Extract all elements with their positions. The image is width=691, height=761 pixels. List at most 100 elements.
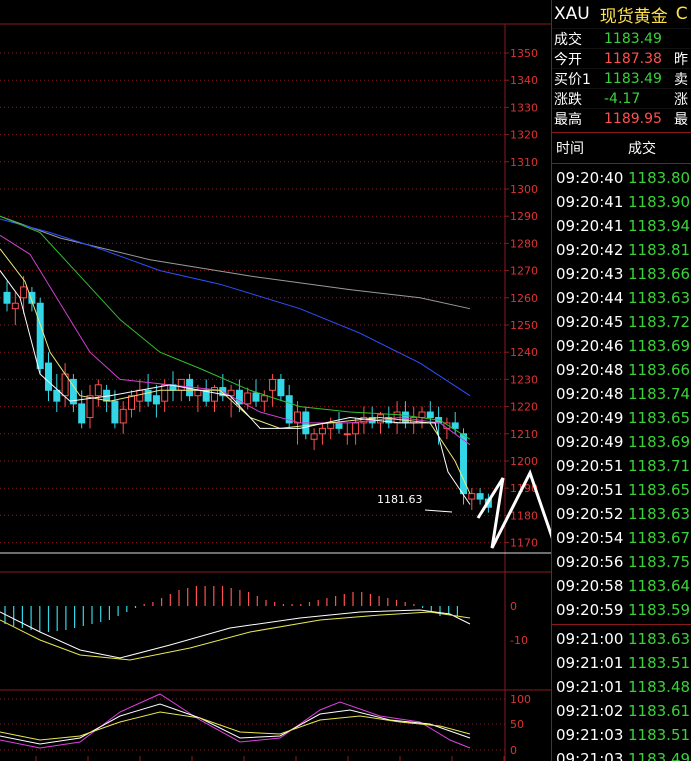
- tick-time: 09:20:40: [556, 169, 624, 187]
- tick-row[interactable]: 09:20:48 1183.66: [552, 358, 691, 382]
- candle-body: [161, 384, 169, 402]
- candle-body: [468, 493, 476, 500]
- tick-price: 1183.66: [628, 265, 691, 283]
- candle-body: [53, 389, 61, 402]
- tick-time: 09:20:46: [556, 337, 624, 355]
- kdj-axis-label: 0: [510, 744, 517, 757]
- candle-body: [78, 403, 86, 424]
- ma-line-blue: [0, 218, 471, 397]
- tick-row[interactable]: 09:20:51 1183.71: [552, 454, 691, 478]
- tick-row[interactable]: 09:20:45 1183.72: [552, 310, 691, 334]
- quote-label: 涨跌: [554, 91, 582, 108]
- tick-row[interactable]: 09:20:41 1183.90: [552, 190, 691, 214]
- tick-list[interactable]: 09:20:40 1183.80 09:20:41 1183.90 09:20:41 11…: [552, 166, 691, 761]
- price-axis-label: 1200: [510, 455, 538, 468]
- chart-canvas[interactable]: 1350 1340 1330 1320 1310 1300 1290 1280 1270 1260…: [0, 0, 551, 761]
- price-axis-label: 1340: [510, 74, 538, 87]
- tick-row[interactable]: 09:21:03 1183.51: [552, 723, 691, 747]
- tick-row[interactable]: 09:20:49 1183.69: [552, 430, 691, 454]
- quote-row: 成交 1183.49: [552, 28, 691, 48]
- kdj-k-line: [0, 703, 471, 745]
- tick-price: 1183.69: [628, 433, 691, 451]
- tick-time: 09:20:59: [556, 601, 624, 619]
- candle-body: [11, 302, 19, 310]
- candle-body: [310, 433, 318, 440]
- candle-body: [377, 414, 384, 424]
- candle-body: [252, 392, 260, 402]
- price-axis-label: 1290: [510, 210, 538, 223]
- tick-time: 09:20:49: [556, 433, 624, 451]
- candle-body: [136, 389, 144, 402]
- quote-fields: 成交 1183.49 今开 1187.38 昨买价1 1183.49 卖涨跌 -4.17 涨最高…: [552, 28, 691, 128]
- candlestick-chart-panel[interactable]: 1350 1340 1330 1320 1310 1300 1290 1280 1270 1260…: [0, 0, 551, 761]
- tick-price: 1183.71: [628, 457, 691, 475]
- tick-row[interactable]: 09:20:51 1183.65: [552, 478, 691, 502]
- tick-row[interactable]: 09:20:49 1183.65: [552, 406, 691, 430]
- tick-row[interactable]: 09:20:54 1183.67: [552, 526, 691, 550]
- symbol-name: 现货黄金: [599, 6, 668, 27]
- candle-body: [426, 411, 434, 418]
- tick-price: 1183.48: [628, 678, 691, 696]
- candle-body: [177, 378, 185, 391]
- tick-price: 1183.67: [628, 529, 691, 547]
- candle-body: [410, 416, 418, 424]
- candle-body: [327, 422, 335, 429]
- price-axis-label: 1170: [510, 537, 538, 550]
- price-axis-label: 1330: [510, 101, 538, 114]
- quote-value: 1183.49: [604, 70, 662, 87]
- quote-label: 最高: [554, 111, 582, 128]
- candle-body: [352, 422, 360, 435]
- tick-row[interactable]: 09:21:02 1183.61: [552, 699, 691, 723]
- candle-body: [244, 392, 252, 405]
- tick-time: 09:20:54: [556, 529, 624, 547]
- symbol-extra: C: [675, 4, 688, 24]
- macd-axis-label: -10: [510, 634, 528, 647]
- tick-row[interactable]: 09:20:40 1183.80: [552, 166, 691, 190]
- macd-dea-line: [0, 611, 471, 661]
- tick-price: 1183.74: [628, 385, 691, 403]
- tick-row[interactable]: 09:20:41 1183.94: [552, 214, 691, 238]
- price-axis-label: 1350: [510, 47, 538, 60]
- tick-row[interactable]: 09:20:48 1183.74: [552, 382, 691, 406]
- candle-body: [20, 286, 28, 299]
- tick-row[interactable]: 09:20:52 1183.63: [552, 502, 691, 526]
- tick-time: 09:21:00: [556, 630, 624, 648]
- tick-time: 09:20:49: [556, 409, 624, 427]
- tick-row[interactable]: 09:20:56 1183.75: [552, 550, 691, 574]
- tick-row[interactable]: 09:20:58 1183.64: [552, 574, 691, 598]
- candle-body: [119, 408, 127, 424]
- tick-row[interactable]: 09:20:46 1183.69: [552, 334, 691, 358]
- tick-row[interactable]: 09:21:00 1183.63: [552, 627, 691, 651]
- tick-row[interactable]: 09:20:59 1183.59: [552, 598, 691, 622]
- tick-time: 09:20:58: [556, 577, 624, 595]
- tick-price: 1183.51: [628, 726, 691, 744]
- tick-row[interactable]: 09:20:44 1183.63: [552, 286, 691, 310]
- tick-row[interactable]: 09:21:01 1183.51: [552, 651, 691, 675]
- price-axis-label: 1250: [510, 319, 538, 332]
- tick-row[interactable]: 09:21:01 1183.48: [552, 675, 691, 699]
- tick-price: 1183.81: [628, 241, 691, 259]
- candle-body: [128, 395, 135, 410]
- tick-price: 1183.69: [628, 337, 691, 355]
- candle-body: [45, 362, 52, 391]
- tick-price: 1183.63: [628, 505, 691, 523]
- price-axis-label: 1280: [510, 237, 538, 250]
- tick-row[interactable]: 09:21:03 1183.49: [552, 747, 691, 761]
- tick-row[interactable]: 09:20:43 1183.66: [552, 262, 691, 286]
- candle-body: [476, 493, 484, 500]
- candle-body: [277, 378, 285, 397]
- tick-time: 09:20:51: [556, 457, 624, 475]
- tick-time: 09:20:41: [556, 193, 624, 211]
- tick-row[interactable]: 09:20:42 1183.81: [552, 238, 691, 262]
- candle-body: [451, 422, 459, 429]
- tick-time: 09:20:51: [556, 481, 624, 499]
- tick-time: 09:20:42: [556, 241, 624, 259]
- tick-divider: [552, 624, 691, 625]
- ma-line-yellow: [0, 248, 471, 494]
- tick-time: 09:20:45: [556, 313, 624, 331]
- price-axis-label: 1230: [510, 373, 538, 386]
- tick-time: 09:20:52: [556, 505, 624, 523]
- tick-price: 1183.90: [628, 193, 691, 211]
- tick-price: 1183.65: [628, 409, 691, 427]
- price-axis-label: 1220: [510, 401, 538, 414]
